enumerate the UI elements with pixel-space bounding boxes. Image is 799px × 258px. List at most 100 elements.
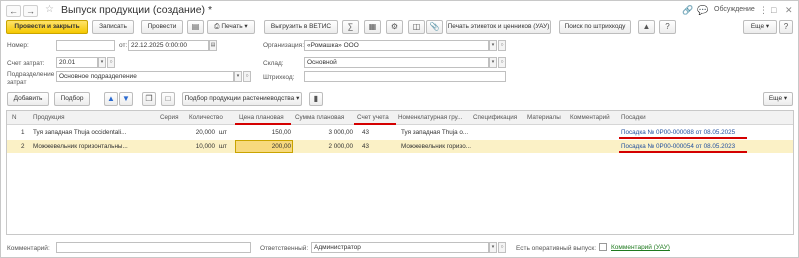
row-qty[interactable]: 20,000	[177, 129, 215, 136]
warehouse-input[interactable]: Основной	[304, 57, 489, 68]
row-sum[interactable]: 2 000,00	[295, 143, 353, 150]
responsible-select-icon[interactable]: ▾	[489, 242, 497, 253]
pick-button[interactable]: Подбор	[54, 92, 90, 106]
help-icon[interactable]: ?	[659, 20, 676, 34]
row-price[interactable]: 200,00	[237, 143, 291, 150]
responsible-open-icon[interactable]: ○	[498, 242, 506, 253]
date-input[interactable]: 22.12.2025 0:00:00	[128, 40, 209, 51]
organization-open-icon[interactable]: ○	[498, 40, 506, 51]
operative-release-label: Есть оперативный выпуск:	[516, 245, 596, 252]
plant-pick-button[interactable]: Подбор продукции растениеводства ▾	[182, 92, 302, 106]
dropdown-arrow-icon: ▾	[783, 95, 788, 102]
column-header-sum[interactable]: Сумма плановая	[295, 114, 344, 121]
column-header-qty[interactable]: Количество	[189, 114, 223, 121]
more-button[interactable]: Еще ▾	[743, 20, 777, 34]
row-account[interactable]: 43	[362, 143, 369, 150]
organization-select-icon[interactable]: ▾	[489, 40, 497, 51]
row-product[interactable]: Туя западная Thuja occidentali...	[33, 129, 157, 136]
row-group[interactable]: Туя западная Thuja o...	[401, 129, 471, 136]
move-down-icon[interactable]: ▼	[119, 92, 133, 106]
discussion-icon[interactable]: 💬	[697, 5, 708, 16]
save-button[interactable]: Записать	[92, 20, 134, 34]
cost-account-input[interactable]: 20.01	[56, 57, 98, 68]
calendar-icon[interactable]: ▤	[209, 40, 217, 51]
post-button[interactable]: Провести	[141, 20, 183, 34]
organization-label: Организация:	[263, 42, 305, 49]
more-label: Еще	[750, 23, 765, 30]
dropdown-arrow-icon: ▾	[244, 23, 248, 30]
row-number: 1	[21, 129, 25, 136]
link-icon[interactable]: 🔗	[682, 5, 693, 16]
row-unit: шт	[219, 129, 227, 136]
column-header-group[interactable]: Номенклатурная гру...	[398, 114, 462, 121]
row-sum[interactable]: 3 000,00	[295, 129, 353, 136]
account-header-underline	[354, 123, 396, 125]
cost-account-select-icon[interactable]: ▾	[98, 57, 106, 68]
post-and-close-button[interactable]: Провести и закрыть	[6, 20, 88, 34]
row-unit: шт	[219, 143, 227, 150]
forward-arrow-icon[interactable]: →	[23, 5, 38, 17]
upload-icon[interactable]: ▲	[638, 20, 655, 34]
cost-account-label: Счет затрат:	[7, 60, 45, 67]
division-open-icon[interactable]: ○	[243, 71, 251, 82]
journal-icon[interactable]: ▤	[187, 20, 204, 34]
planting-1-underline	[619, 137, 747, 139]
maximize-icon[interactable]: □	[771, 5, 776, 16]
dt-kt-icon[interactable]: ∑	[342, 20, 359, 34]
back-arrow-icon[interactable]: ←	[6, 5, 21, 17]
warehouse-open-icon[interactable]: ○	[498, 57, 506, 68]
print-labels-button[interactable]: Печать этикеток и ценников (УАУ)	[446, 20, 551, 34]
table-more-button[interactable]: Еще ▾	[763, 92, 793, 106]
date-label: от:	[119, 42, 128, 49]
row-price[interactable]: 150,00	[237, 129, 291, 136]
barcode-icon[interactable]: ▮	[309, 92, 323, 106]
discussion-label[interactable]: Обсуждение	[714, 6, 755, 13]
close-icon[interactable]: ✕	[785, 5, 793, 16]
barcode-search-button[interactable]: Поиск по штрихкоду	[559, 20, 631, 34]
column-header-account[interactable]: Счет учета	[357, 114, 389, 121]
barcode-input[interactable]	[304, 71, 506, 82]
warehouse-select-icon[interactable]: ▾	[489, 57, 497, 68]
table-more-label: Еще	[768, 95, 783, 102]
organization-input[interactable]: «Ромашка» ООО	[304, 40, 489, 51]
attachment-icon[interactable]: 📎	[426, 20, 443, 34]
row-account[interactable]: 43	[362, 129, 369, 136]
row-product[interactable]: Можжевельник горизонтальны...	[33, 143, 157, 150]
report-icon[interactable]: ◫	[408, 20, 425, 34]
cost-account-open-icon[interactable]: ○	[107, 57, 115, 68]
table-header: N Продукция Серия Количество Цена планов…	[7, 111, 793, 125]
division-select-icon[interactable]: ▾	[234, 71, 242, 82]
operative-release-checkbox[interactable]	[599, 243, 607, 251]
column-header-spec[interactable]: Спецификация	[473, 114, 517, 121]
more-menu-icon[interactable]: ⋮	[759, 5, 768, 16]
row-planting-link[interactable]: Посадка № 0Р00-000088 от 08.05.2025	[621, 129, 735, 136]
products-table: N Продукция Серия Количество Цена планов…	[6, 110, 794, 235]
row-group[interactable]: Можжевельник горизо...	[401, 143, 471, 150]
structure-icon[interactable]: ▦	[364, 20, 381, 34]
column-header-series[interactable]: Серия	[160, 114, 178, 121]
column-header-product[interactable]: Продукция	[33, 114, 65, 121]
division-input[interactable]: Основное подразделение	[56, 71, 234, 82]
row-planting-link[interactable]: Посадка № 0Р00-000054 от 08.05.2023	[621, 143, 735, 150]
settings-icon[interactable]: ⚙	[386, 20, 403, 34]
paste-icon[interactable]: □	[161, 92, 175, 106]
comment-uau-link[interactable]: Комментарий (УАУ)	[611, 244, 670, 251]
comment-input[interactable]	[56, 242, 251, 253]
column-header-planting[interactable]: Посадки	[621, 114, 646, 121]
column-header-price[interactable]: Цена плановая	[239, 114, 284, 121]
document-window: ← → ☆ Выпуск продукции (создание) * 🔗 💬 …	[0, 0, 799, 258]
responsible-input[interactable]: Администратор	[311, 242, 489, 253]
upload-vetis-button[interactable]: Выгрузить в ВЕТИС	[264, 20, 338, 34]
number-input[interactable]	[56, 40, 115, 51]
number-label: Номер:	[7, 42, 29, 49]
copy-icon[interactable]: ❐	[142, 92, 156, 106]
help-question-icon[interactable]: ?	[779, 20, 793, 34]
add-row-button[interactable]: Добавить	[7, 92, 49, 106]
print-button[interactable]: ⎙ Печать ▾	[207, 20, 255, 34]
column-header-n[interactable]: N	[12, 114, 17, 121]
column-header-materials[interactable]: Материалы	[527, 114, 561, 121]
favorite-star-icon[interactable]: ☆	[45, 4, 54, 15]
move-up-icon[interactable]: ▲	[104, 92, 118, 106]
row-qty[interactable]: 10,000	[177, 143, 215, 150]
column-header-comment[interactable]: Комментарий	[570, 114, 610, 121]
